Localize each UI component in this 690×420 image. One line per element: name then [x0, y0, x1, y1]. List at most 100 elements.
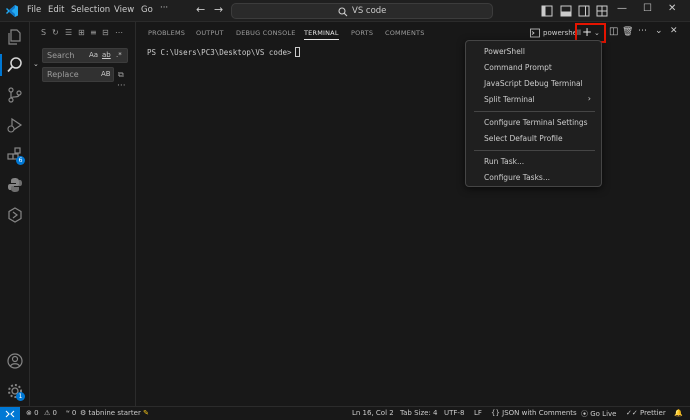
encoding-status[interactable]: UTF-8 [444, 409, 464, 417]
kill-terminal-icon[interactable]: 🗑 [622, 27, 633, 37]
prettier-status[interactable]: ✓✓ Prettier [626, 409, 666, 417]
command-center-search[interactable]: VS code [231, 3, 493, 19]
go-live-label: Go Live [590, 410, 617, 418]
new-search-editor-icon[interactable]: ⊞ [78, 28, 85, 37]
preserve-case-toggle[interactable]: AB [101, 70, 111, 78]
forward-arrow-icon[interactable]: → [214, 3, 223, 16]
tab-debug-console[interactable]: DEBUG CONSOLE [236, 29, 296, 37]
explorer-icon[interactable] [6, 28, 24, 46]
split-terminal-icon[interactable]: ◫ [609, 26, 618, 37]
vscode-logo-icon [6, 5, 18, 17]
tab-output[interactable]: OUTPUT [196, 29, 224, 37]
menu-selection[interactable]: Selection [71, 5, 110, 15]
panel-more-icon[interactable]: ⋯ [638, 26, 647, 36]
run-debug-icon[interactable] [6, 116, 24, 134]
tab-comments[interactable]: COMMENTS [385, 29, 425, 37]
use-regex-toggle[interactable]: .* [116, 51, 122, 59]
cursor-position[interactable]: Ln 16, Col 2 [352, 409, 394, 417]
warnings-count: 0 [52, 409, 57, 417]
search-input[interactable]: Search Aa ab .* [42, 48, 128, 63]
remote-explorer-icon[interactable] [6, 206, 24, 224]
extensions-badge: 6 [16, 156, 25, 165]
toggle-sidebar-icon[interactable] [541, 5, 553, 17]
terminal-output[interactable]: PS C:\Users\PC3\Desktop\VS code> [147, 47, 300, 57]
tab-size-status[interactable]: Tab Size: 4 [400, 409, 437, 417]
match-case-toggle[interactable]: Aa [89, 51, 98, 59]
toggle-replace-chevron-icon[interactable]: ⌄ [33, 60, 39, 68]
replace-all-icon[interactable]: ⧉ [118, 70, 124, 80]
menu-item-configure-tasks[interactable]: Configure Tasks... [484, 173, 550, 182]
more-actions-icon[interactable]: ⋯ [115, 28, 123, 37]
manage-badge: 1 [16, 392, 25, 401]
submenu-chevron-right-icon: › [587, 94, 591, 103]
title-bar: File Edit Selection View Go ··· ← → VS c… [0, 0, 690, 22]
menu-file[interactable]: File [27, 5, 41, 15]
search-placeholder: Search [47, 51, 75, 60]
menu-item-select-default-profile[interactable]: Select Default Profile [484, 134, 563, 143]
eol-status[interactable]: LF [474, 409, 482, 417]
close-panel-icon[interactable]: ✕ [670, 26, 678, 36]
collapse-all-icon[interactable]: ⊟ [102, 28, 109, 37]
accounts-icon[interactable] [6, 352, 24, 370]
menu-view[interactable]: View [114, 5, 134, 15]
notifications-bell-icon[interactable]: 🔔 [674, 409, 683, 417]
tab-ports[interactable]: PORTS [351, 29, 373, 37]
refresh-icon[interactable]: ↻ [52, 28, 59, 37]
tabnine-flag-icon: ✎ [143, 409, 149, 417]
back-arrow-icon[interactable]: ← [196, 3, 205, 16]
toggle-search-details-icon[interactable]: ··· [117, 81, 126, 91]
clear-results-icon[interactable]: ☰ [65, 28, 72, 37]
status-bar: ⊗ 0 ⚠ 0 ʷ 0 ⚙ tabnine starter ✎ Ln 16, C… [0, 406, 690, 420]
view-as-tree-icon[interactable]: ≡ [90, 28, 97, 37]
menu-item-powershell[interactable]: PowerShell [484, 47, 525, 56]
menu-go[interactable]: Go [141, 5, 153, 15]
source-control-icon[interactable] [6, 86, 24, 104]
toggle-panel-icon[interactable] [560, 5, 572, 17]
search-view-icon[interactable] [6, 56, 24, 74]
errors-status[interactable]: ⊗ 0 [26, 409, 39, 417]
menu-item-run-task[interactable]: Run Task... [484, 157, 524, 166]
match-whole-word-toggle[interactable]: ab [102, 51, 111, 59]
menu-edit[interactable]: Edit [48, 5, 64, 15]
replace-input[interactable]: Replace AB [42, 67, 114, 82]
language-mode[interactable]: {} JSON with Comments [491, 409, 577, 417]
python-icon[interactable] [6, 176, 24, 194]
braces-icon: {} [491, 409, 500, 417]
bottom-panel: PROBLEMS OUTPUT DEBUG CONSOLE TERMINAL P… [136, 22, 690, 406]
tab-problems[interactable]: PROBLEMS [148, 29, 185, 37]
errors-count: 0 [34, 409, 39, 417]
go-live-icon: ⦿ [581, 410, 588, 418]
ports-status[interactable]: ʷ 0 [66, 409, 76, 417]
menu-item-split-terminal[interactable]: Split Terminal [484, 95, 535, 104]
toggle-secondary-sidebar-icon[interactable] [578, 5, 590, 17]
terminal-prompt: PS C:\Users\PC3\Desktop\VS code> [147, 48, 292, 57]
maximize-panel-icon[interactable]: ⌄ [655, 26, 663, 36]
customize-layout-icon[interactable] [596, 5, 608, 17]
menu-item-command-prompt[interactable]: Command Prompt [484, 63, 552, 72]
menu-item-js-debug-terminal[interactable]: JavaScript Debug Terminal [484, 79, 583, 88]
active-indicator [0, 54, 2, 76]
search-sidebar: S ↻ ☰ ⊞ ≡ ⊟ ⋯ ⌄ Search Aa ab .* Replace … [30, 22, 136, 406]
launch-profile-chevron-icon[interactable]: ⌄ [594, 29, 600, 37]
tabnine-icon: ⚙ [80, 409, 87, 417]
remote-icon [5, 410, 15, 418]
tabnine-status[interactable]: ⚙ tabnine starter ✎ [80, 409, 149, 417]
warnings-status[interactable]: ⚠ 0 [44, 409, 57, 417]
tab-terminal[interactable]: TERMINAL [304, 29, 339, 40]
remote-indicator[interactable] [0, 407, 20, 420]
plus-icon[interactable]: + [582, 25, 592, 39]
new-terminal-dropdown: PowerShell Command Prompt JavaScript Deb… [465, 40, 602, 187]
window-close-icon[interactable]: ✕ [668, 3, 676, 14]
maximize-icon[interactable]: ☐ [643, 3, 652, 14]
terminal-icon [530, 28, 540, 38]
tabnine-label: tabnine starter [88, 409, 141, 417]
terminal-cursor [294, 47, 300, 57]
command-center-label: VS code [352, 6, 387, 16]
go-live-button[interactable]: ⦿ Go Live [581, 409, 616, 419]
menu-item-configure-terminal-settings[interactable]: Configure Terminal Settings [484, 118, 588, 127]
minimize-icon[interactable]: — [617, 3, 627, 14]
search-header-icon: S [41, 28, 47, 37]
activity-bar: 6 1 [0, 22, 30, 406]
menu-more-icon[interactable]: ··· [160, 3, 168, 13]
error-icon: ⊗ [26, 409, 32, 417]
